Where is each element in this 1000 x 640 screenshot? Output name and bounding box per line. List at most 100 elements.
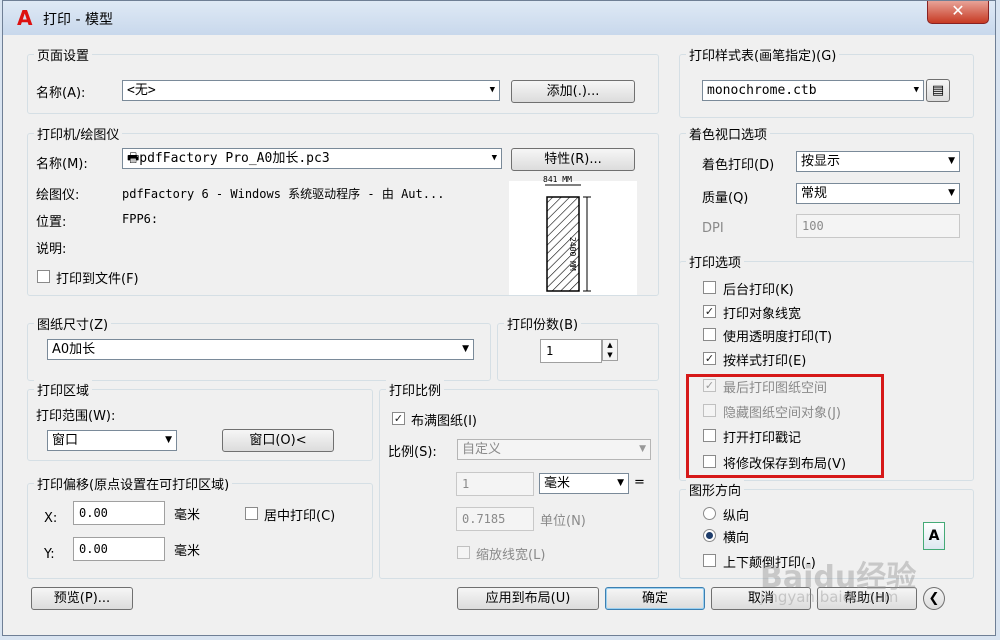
scale-dropdown[interactable]: 自定义 ▼ (457, 439, 651, 460)
chevron-down-icon: ▼ (948, 156, 955, 166)
copies-title: 打印份数(B) (504, 314, 582, 333)
plotter-value: pdfFactory 6 - Windows 系统驱动程序 - 由 Aut... (122, 187, 445, 201)
chevron-down-icon: ▼ (462, 344, 469, 354)
plot-scale-group: 打印比例 ✓ 布满图纸(I) 比例(S): 自定义 ▼ 1 毫米 ▼ = 0.718… (379, 380, 659, 579)
printer-properties-button[interactable]: 特性(R)... (511, 148, 635, 171)
collapse-options-icon[interactable]: ❮ (923, 587, 945, 610)
print-to-file-label: 打印到文件(F) (56, 272, 139, 287)
page-setup-name-label: 名称(A): (36, 86, 86, 101)
plot-option-checkbox-2[interactable] (703, 328, 716, 341)
plot-option-label-3: 按样式打印(E) (723, 354, 807, 369)
spinner-up-icon[interactable]: ▲ (603, 340, 617, 350)
scale-unit2-label: 单位(N) (540, 514, 586, 529)
chevron-down-icon: ▼ (639, 444, 646, 454)
scale-lineweights-checkbox[interactable] (457, 546, 470, 559)
copies-input[interactable]: 1 (540, 339, 602, 363)
title-bar[interactable]: A 打印 - 模型 ✕ (3, 1, 995, 35)
dpi-label: DPI (702, 221, 724, 236)
chevron-down-icon: ▼ (617, 478, 624, 488)
plot-option-label-1: 打印对象线宽 (723, 307, 802, 322)
copies-group: 打印份数(B) 1 ▲ ▼ (497, 314, 659, 381)
preview-width-label: 841 MM (543, 175, 572, 184)
page-setup-group: 页面设置 名称(A): <无> ▼ 添加(.)... (27, 45, 659, 114)
plot-style-table-title: 打印样式表(画笔指定)(G) (686, 45, 840, 64)
window-title: 打印 - 模型 (43, 12, 113, 28)
printer-title: 打印机/绘图仪 (34, 124, 123, 143)
plot-offset-title: 打印偏移(原点设置在可打印区域) (34, 474, 233, 493)
plot-range-dropdown[interactable]: 窗口 ▼ (47, 430, 177, 451)
plot-option-label-0: 后台打印(K) (723, 283, 794, 298)
plot-range-label: 打印范围(W): (36, 409, 116, 424)
plot-option-checkbox-1[interactable]: ✓ (703, 305, 716, 318)
plot-option-checkbox-0[interactable] (703, 281, 716, 294)
scale-label: 比例(S): (388, 445, 437, 460)
offset-x-unit: 毫米 (174, 508, 201, 523)
shade-plot-dropdown[interactable]: 按显示 ▼ (796, 151, 960, 172)
fit-to-paper-checkbox[interactable]: ✓ (392, 412, 405, 425)
plot-style-table-dropdown[interactable]: monochrome.ctb ▼ (702, 80, 924, 101)
description-label: 说明: (36, 242, 67, 257)
printer-group: 打印机/绘图仪 名称(M): 🖶pdfFactory Pro_A0加长.pc3 ▼… (27, 124, 659, 296)
paper-size-group: 图纸尺寸(Z) A0加长 ▼ (27, 314, 491, 381)
offset-y-unit: 毫米 (174, 544, 201, 559)
offset-y-input[interactable]: 0.00 (73, 537, 165, 561)
offset-x-input[interactable]: 0.00 (73, 501, 165, 525)
page-setup-name-dropdown[interactable]: <无> ▼ (122, 80, 500, 101)
offset-y-label: Y: (44, 547, 55, 562)
apply-to-layout-button[interactable]: 应用到布局(U) (457, 587, 599, 610)
landscape-label: 横向 (723, 531, 750, 546)
autocad-app-icon: A (17, 6, 33, 30)
dialog-content: 页面设置 名称(A): <无> ▼ 添加(.)... 打印机/绘图仪 名称(M):… (11, 35, 989, 631)
ok-button[interactable]: 确定 (605, 587, 705, 610)
printer-icon: 🖶 (127, 151, 140, 166)
plotter-label: 绘图仪: (36, 188, 80, 203)
quality-dropdown[interactable]: 常规 ▼ (796, 183, 960, 204)
printer-name-label: 名称(M): (36, 157, 88, 172)
portrait-label: 纵向 (723, 509, 750, 524)
chevron-down-icon: ▼ (948, 188, 955, 198)
printer-name-dropdown[interactable]: 🖶pdfFactory Pro_A0加长.pc3 ▼ (122, 148, 502, 169)
dpi-input[interactable]: 100 (796, 214, 960, 238)
orientation-title: 图形方向 (686, 480, 745, 499)
shaded-viewport-title: 着色视口选项 (686, 124, 771, 143)
add-page-setup-button[interactable]: 添加(.)... (511, 80, 635, 103)
scale-equals-sign: = (634, 475, 645, 490)
upside-down-checkbox[interactable] (703, 554, 716, 567)
quality-label: 质量(Q) (702, 191, 749, 206)
highlight-box (686, 374, 884, 478)
preview-button[interactable]: 预览(P)... (31, 587, 133, 610)
landscape-radio[interactable] (703, 529, 716, 542)
edit-plot-style-icon[interactable]: ▤ (926, 79, 950, 102)
chevron-down-icon: ▼ (489, 85, 495, 95)
paper-size-title: 图纸尺寸(Z) (34, 314, 112, 333)
scale-lineweights-label: 缩放线宽(L) (476, 548, 546, 563)
chevron-down-icon: ▼ (165, 435, 172, 445)
offset-x-label: X: (44, 511, 58, 526)
chevron-down-icon: ▼ (913, 85, 919, 95)
paper-size-dropdown[interactable]: A0加长 ▼ (47, 339, 474, 360)
window-select-button[interactable]: 窗口(O)< (222, 429, 334, 452)
plot-option-label-2: 使用透明度打印(T) (723, 330, 833, 345)
close-button[interactable]: ✕ (927, 1, 989, 24)
copies-spinner[interactable]: ▲ ▼ (602, 339, 618, 361)
center-plot-label: 居中打印(C) (264, 509, 336, 524)
spinner-down-icon[interactable]: ▼ (603, 350, 617, 360)
preview-height-label: 2400 MM (568, 237, 577, 271)
chevron-down-icon: ▼ (491, 153, 497, 163)
scale-value2-input[interactable]: 0.7185 (456, 507, 534, 531)
plot-scale-title: 打印比例 (386, 380, 445, 399)
plot-offset-group: 打印偏移(原点设置在可打印区域) X: 0.00 毫米 居中打印(C) Y: 0… (27, 474, 373, 579)
page-setup-title: 页面设置 (34, 45, 93, 64)
plot-option-checkbox-3[interactable]: ✓ (703, 352, 716, 365)
scale-unit1-dropdown[interactable]: 毫米 ▼ (539, 473, 629, 494)
fit-to-paper-label: 布满图纸(I) (411, 414, 477, 429)
scale-value1-input[interactable]: 1 (456, 472, 534, 496)
print-to-file-checkbox[interactable] (37, 270, 50, 283)
orientation-preview-icon: A (923, 522, 945, 550)
plot-style-table-group: 打印样式表(画笔指定)(G) monochrome.ctb ▼ ▤ (679, 45, 974, 118)
plot-area-title: 打印区域 (34, 380, 93, 399)
portrait-radio[interactable] (703, 507, 716, 520)
center-plot-checkbox[interactable] (245, 507, 258, 520)
location-label: 位置: (36, 215, 67, 230)
plot-area-group: 打印区域 打印范围(W): 窗口 ▼ 窗口(O)< (27, 380, 373, 461)
